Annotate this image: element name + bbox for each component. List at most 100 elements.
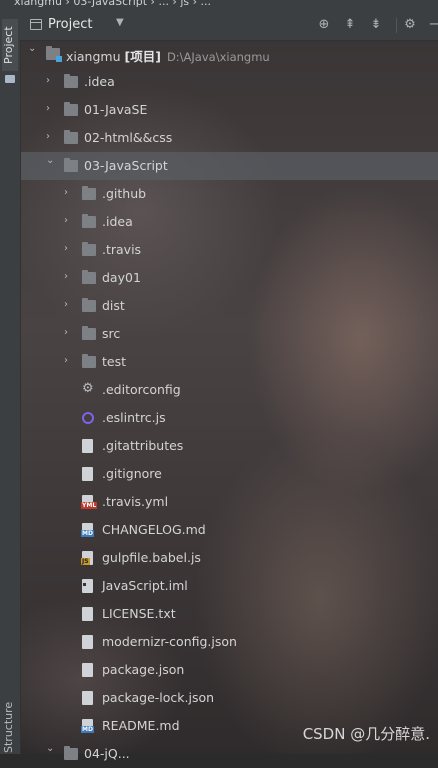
tree-item-label: README.md — [102, 718, 180, 733]
tree-file-row[interactable]: YML .travis.yml — [20, 488, 438, 516]
yml-file-icon: YML — [81, 495, 98, 509]
chevron-right-icon[interactable]: › — [64, 244, 72, 254]
tree-folder-row[interactable]: › 02-html&&css — [20, 124, 438, 152]
tree-item-label: src — [102, 326, 120, 341]
tree-item-label: .idea — [84, 74, 115, 89]
tree-item-label: .idea — [102, 214, 133, 229]
locate-icon[interactable]: ⊕ — [316, 17, 332, 33]
tree-file-row[interactable]: ⚙ .editorconfig — [20, 376, 438, 404]
chevron-right-icon[interactable]: › — [64, 272, 72, 282]
tree-item-label: 01-JavaSE — [84, 102, 147, 117]
tree-folder-row[interactable]: › .travis — [20, 236, 438, 264]
project-suffix: [项目] — [124, 49, 161, 64]
tree-folder-row[interactable]: › .idea — [20, 68, 438, 96]
item-name: .editorconfig — [102, 382, 181, 397]
tree-item-label: package.json — [102, 662, 184, 677]
chevron-down-icon[interactable]: ⌄ — [46, 156, 54, 166]
tree-item-label: .gitattributes — [102, 438, 183, 453]
tree-folder-row[interactable]: › test — [20, 348, 438, 376]
chevron-down-icon[interactable]: ▼ — [116, 17, 124, 28]
folder-icon — [82, 242, 96, 256]
folder-icon — [64, 102, 78, 116]
tree-file-row[interactable]: .eslintrc.js — [20, 404, 438, 432]
project-path: D:\AJava\xiangmu — [166, 50, 270, 64]
tree-folder-row[interactable]: ⌄ xiangmu [项目] D:\AJava\xiangmu — [20, 40, 438, 68]
tree-file-row[interactable]: .gitignore — [20, 460, 438, 488]
item-name: gulpfile.babel.js — [102, 550, 201, 565]
chevron-right-icon[interactable]: › — [64, 300, 72, 310]
folder-icon — [64, 158, 78, 172]
tree-item-label: package-lock.json — [102, 690, 214, 705]
item-name: 03-JavaScript — [84, 158, 168, 173]
gear-icon[interactable]: ⚙ — [402, 17, 418, 33]
item-name: dist — [102, 298, 125, 313]
collapse-icon[interactable]: ⇞ — [342, 17, 358, 33]
item-name: .idea — [102, 214, 133, 229]
chevron-right-icon[interactable]: › — [46, 132, 54, 142]
tree-item-label: .eslintrc.js — [102, 410, 166, 425]
tree-folder-row[interactable]: › day01 — [20, 264, 438, 292]
tree-folder-row[interactable]: › dist — [20, 292, 438, 320]
item-name: LICENSE.txt — [102, 606, 176, 621]
chevron-right-icon[interactable]: › — [64, 188, 72, 198]
tree-file-row[interactable]: MD CHANGELOG.md — [20, 516, 438, 544]
breadcrumb-text: xiangmu › 03-JavaScript › ... › js › ... — [14, 0, 212, 8]
tree-item-label: .travis — [102, 242, 141, 257]
item-name: CHANGELOG.md — [102, 522, 206, 537]
item-name: xiangmu — [66, 49, 121, 64]
item-name: README.md — [102, 718, 180, 733]
chevron-right-icon[interactable]: › — [64, 328, 72, 338]
tree-item-label: xiangmu [项目] D:\AJava\xiangmu — [66, 46, 270, 65]
chevron-down-icon[interactable]: ⌄ — [28, 44, 36, 54]
tree-file-row[interactable]: LICENSE.txt — [20, 600, 438, 628]
panel-title[interactable]: Project — [48, 17, 92, 32]
folder-icon — [82, 186, 96, 200]
tree-file-row[interactable]: JavaScript.iml — [20, 572, 438, 600]
chevron-right-icon[interactable]: › — [64, 356, 72, 366]
folder-icon — [82, 326, 96, 340]
item-name: test — [102, 354, 127, 369]
tree-folder-row[interactable]: › .idea — [20, 208, 438, 236]
module-folder-icon — [46, 46, 62, 62]
tree-file-row[interactable]: .gitattributes — [20, 432, 438, 460]
folder-icon — [64, 74, 78, 88]
item-name: modernizr-config.json — [102, 634, 237, 649]
tree-folder-row[interactable]: ⌄ 04-jQ... — [20, 740, 438, 768]
item-name: .github — [102, 186, 147, 201]
tree-folder-row[interactable]: › .github — [20, 180, 438, 208]
tree-item-label: .github — [102, 186, 146, 201]
chevron-right-icon[interactable]: › — [46, 76, 54, 86]
text-file-icon — [82, 467, 93, 481]
tree-item-label: test — [102, 354, 126, 369]
item-name: src — [102, 326, 121, 341]
chevron-right-icon[interactable]: › — [46, 104, 54, 114]
expand-icon[interactable]: ⇟ — [368, 17, 384, 33]
tree-folder-row[interactable]: › src — [20, 320, 438, 348]
config-file-icon: ⚙ — [82, 381, 94, 396]
tree-item-label: 03-JavaScript — [84, 158, 168, 173]
folder-icon — [82, 214, 96, 228]
item-name: day01 — [102, 270, 141, 285]
hide-icon[interactable]: − — [426, 17, 438, 33]
item-name: JavaScript.iml — [102, 578, 188, 593]
tree-file-row[interactable]: JS gulpfile.babel.js — [20, 544, 438, 572]
item-name: .gitattributes — [102, 438, 184, 453]
item-name: .travis — [102, 242, 142, 257]
tree-folder-row[interactable]: › 01-JavaSE — [20, 96, 438, 124]
tree-file-row[interactable]: modernizr-config.json — [20, 628, 438, 656]
text-file-icon — [82, 635, 93, 649]
toolbar-divider — [396, 18, 397, 33]
chevron-right-icon[interactable]: › — [64, 216, 72, 226]
folder-icon — [82, 298, 96, 312]
tree-item-label: .travis.yml — [102, 494, 168, 509]
folder-icon — [64, 746, 78, 760]
tab-project[interactable]: Project — [2, 19, 18, 71]
tab-structure[interactable]: Structure — [2, 699, 18, 755]
tree-folder-row[interactable]: ⌄ 03-JavaScript — [20, 152, 438, 180]
chevron-down-icon[interactable]: ⌄ — [46, 744, 54, 754]
left-tool-strip: Project Structure — [0, 9, 21, 754]
tree-file-row[interactable]: package-lock.json — [20, 684, 438, 712]
folder-icon — [64, 130, 78, 144]
tree-item-label: JavaScript.iml — [102, 578, 188, 593]
tree-file-row[interactable]: package.json — [20, 656, 438, 684]
